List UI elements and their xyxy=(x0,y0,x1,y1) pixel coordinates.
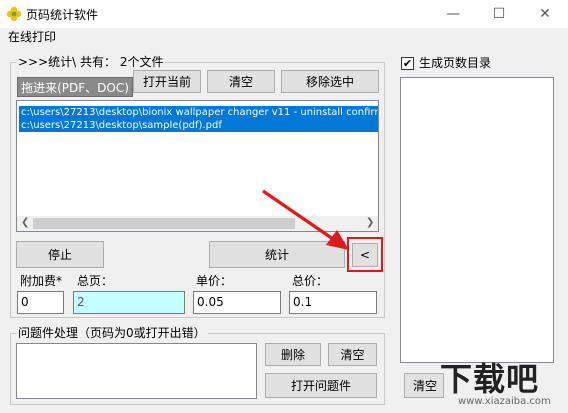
toc-checkbox-label: 生成页数目录 xyxy=(419,56,492,70)
problem-list[interactable] xyxy=(16,343,257,399)
close-button[interactable]: ✕ xyxy=(522,0,568,28)
drop-files-button[interactable]: 拖进来(PDF、DOC) xyxy=(17,77,133,97)
minimize-button[interactable]: — xyxy=(430,0,476,28)
delete-problem-button[interactable]: 删除 xyxy=(265,343,321,366)
surcharge-label: 附加费* xyxy=(20,274,63,288)
unit-price-label: 单价： xyxy=(196,274,233,288)
watermark-url: www.xiazaiba.com xyxy=(458,396,551,407)
app-flower-icon xyxy=(6,6,22,22)
problem-group-label: 问题件处理（页码为0或打开出错） xyxy=(16,326,208,340)
scroll-left-icon[interactable]: ❮ xyxy=(21,217,29,228)
open-problem-button[interactable]: 打开问题件 xyxy=(265,373,377,398)
menu-item-online-print[interactable]: 在线打印 xyxy=(8,28,56,46)
total-price-label: 总价： xyxy=(292,274,329,288)
toc-list[interactable] xyxy=(400,77,554,363)
window-title: 页码统计软件 xyxy=(26,8,99,22)
total-pages-label: 总页： xyxy=(77,274,114,288)
menu-bar: 在线打印 xyxy=(0,28,568,46)
unit-price-input[interactable]: 0.05 xyxy=(193,291,281,314)
file-list-item[interactable]: c:\users\27213\desktop\sample(pdf).pdf xyxy=(19,119,378,132)
remove-selected-button[interactable]: 移除选中 xyxy=(281,70,379,93)
collapse-panel-button[interactable]: < xyxy=(352,243,378,267)
clear-problem-button[interactable]: 清空 xyxy=(328,343,377,366)
total-price-input[interactable]: 0.1 xyxy=(289,291,377,314)
toc-checkbox[interactable]: ✔ xyxy=(401,57,414,70)
stats-group-label: >>>统计\ 共有： 2个文件 xyxy=(16,55,166,69)
scroll-right-icon[interactable]: ❯ xyxy=(366,217,374,228)
watermark-logo: 下载吧 www.xiazaiba.com xyxy=(436,352,568,413)
maximize-button[interactable]: ☐ xyxy=(476,0,522,28)
annotation-arrow xyxy=(262,189,349,250)
stop-button[interactable]: 停止 xyxy=(16,241,104,268)
open-current-button[interactable]: 打开当前 xyxy=(133,70,201,93)
surcharge-input[interactable]: 0 xyxy=(17,291,64,314)
watermark-text: 下载吧 xyxy=(440,360,540,398)
file-list-item[interactable]: c:\users\27213\desktop\bionix wallpaper … xyxy=(19,106,378,119)
total-pages-input[interactable]: 2 xyxy=(73,291,185,314)
clear-files-button[interactable]: 清空 xyxy=(207,70,275,93)
